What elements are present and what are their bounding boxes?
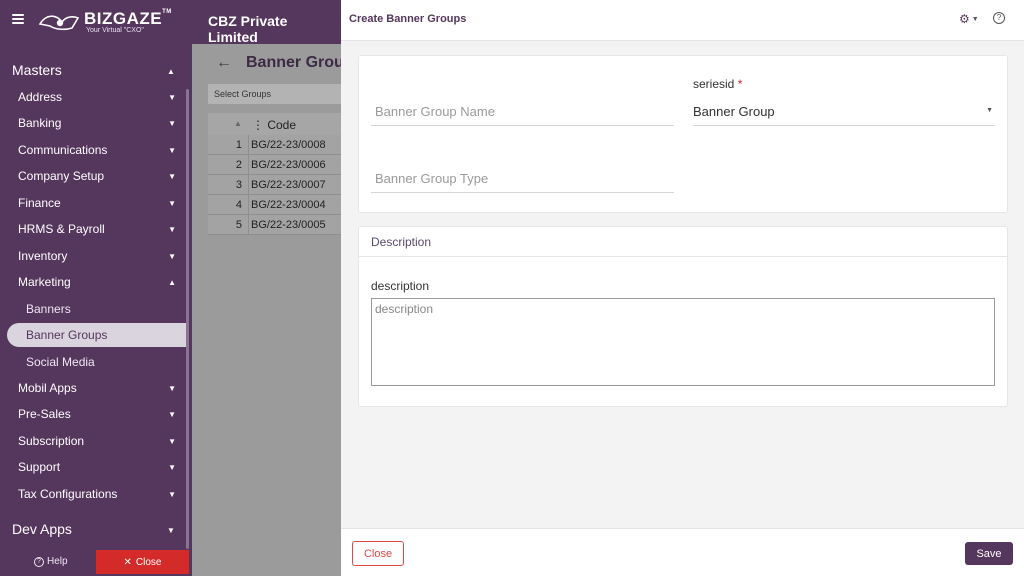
seriesid-select[interactable]: Banner Group ▼ [693,98,995,126]
back-arrow-icon: ← [216,54,232,71]
table-row: 4 BG/22-23/0004 [208,195,341,215]
sidebar-item-subscription[interactable]: Subscription ▼ [18,434,186,448]
sidebar-item-pre-sales[interactable]: Pre-Sales ▼ [18,407,186,421]
banner-group-name-field [371,98,674,126]
panel-header: Create Banner Groups ⚙ ▼ ? [341,0,1024,41]
description-textarea[interactable] [371,298,995,386]
banner-group-type-field [371,165,674,193]
logo[interactable]: BIZGAZETM Your Virtual "CXO" [38,8,171,38]
chevron-down-icon: ▼ [971,15,979,23]
sidebar-item-banking[interactable]: Banking ▼ [18,116,186,130]
select-groups-bar: Select Groups [208,84,341,104]
chevron-down-icon: ▼ [168,409,176,419]
logo-icon [38,15,80,31]
chevron-down-icon: ▼ [168,383,176,393]
help-icon[interactable]: ? [993,12,1005,24]
save-button[interactable]: Save [965,542,1013,565]
sidebar-section-masters[interactable]: Masters [12,62,62,78]
menu-icon[interactable] [12,14,24,24]
sidebar-item-marketing[interactable]: Marketing ▲ [18,275,186,289]
background-page: ← Banner Group Select Groups ▲ ⋮ Code 1B… [192,44,341,576]
chevron-up-icon: ▲ [168,277,176,287]
sidebar-section-dev-apps[interactable]: Dev Apps [12,521,72,537]
sidebar: Masters ▲ Address ▼ Banking ▼ Communicatio… [0,44,192,576]
required-marker: * [737,77,743,91]
description-section-title: Description [371,235,432,249]
close-button[interactable]: Close [352,541,404,566]
chevron-down-icon: ▼ [168,145,176,155]
create-banner-groups-panel: Create Banner Groups ⚙ ▼ ? seriesid * Ba… [341,0,1024,576]
top-bar: BIZGAZETM Your Virtual "CXO" CBZ Private… [0,0,341,45]
sidebar-item-communications[interactable]: Communications ▼ [18,143,186,157]
table-row: 1 BG/22-23/0008 [208,135,341,155]
background-page-title: Banner Group [246,54,341,71]
chevron-down-icon: ▼ [168,92,176,102]
background-table: ▲ ⋮ Code 1 BG/22-23/0008 2 BG/22-23/0006 3… [208,113,341,235]
description-label: description [371,279,430,293]
sidebar-scrollbar[interactable] [186,89,189,549]
panel-title: Create Banner Groups [349,13,467,25]
table-row: 2 BG/22-23/0006 [208,155,341,175]
chevron-up-icon[interactable]: ▲ [167,67,175,76]
chevron-down-icon: ▼ [168,489,176,499]
help-link[interactable]: ? Help [34,556,68,567]
table-row: 3 BG/22-23/0007 [208,175,341,195]
sidebar-subitem-banners[interactable]: Banners [26,302,71,316]
main-fields-card: seriesid * Banner Group ▼ [358,55,1008,213]
sidebar-subitem-social-media[interactable]: Social Media [26,355,95,369]
caret-down-icon: ▼ [986,107,993,114]
banner-group-type-input[interactable] [371,165,674,192]
chevron-down-icon: ▼ [168,436,176,446]
logo-text: BIZGAZETM [84,9,172,28]
sidebar-subitem-banner-groups[interactable]: Banner Groups [26,328,107,342]
chevron-down-icon: ▼ [168,224,176,234]
sort-icon: ▲ [234,119,242,128]
settings-menu[interactable]: ⚙ ▼ [959,12,979,26]
seriesid-value: Banner Group [693,104,775,119]
sidebar-item-tax-configurations[interactable]: Tax Configurations ▼ [18,487,186,501]
chevron-down-icon: ▼ [168,171,176,181]
sidebar-item-company-setup[interactable]: Company Setup ▼ [18,169,186,183]
sidebar-item-hrms-payroll[interactable]: HRMS & Payroll ▼ [18,222,186,236]
gear-icon: ⚙ [959,12,970,26]
sidebar-item-inventory[interactable]: Inventory ▼ [18,249,186,263]
column-header-code: ⋮ Code [252,118,297,132]
logo-tagline: Your Virtual "CXO" [86,27,144,34]
table-header: ▲ ⋮ Code [208,113,341,135]
chevron-down-icon: ▼ [168,462,176,472]
close-icon: ✕ [123,556,132,568]
company-name: CBZ Private Limited [208,13,288,45]
sidebar-item-support[interactable]: Support ▼ [18,460,186,474]
seriesid-label: seriesid * [693,77,743,91]
help-icon: ? [34,556,44,567]
panel-footer: Close Save [341,528,1024,576]
sidebar-item-mobil-apps[interactable]: Mobil Apps ▼ [18,381,186,395]
table-row: 5 BG/22-23/0005 [208,215,341,235]
chevron-down-icon: ▼ [168,118,176,128]
chevron-down-icon: ▼ [168,198,176,208]
sidebar-close-button[interactable]: ✕ Close [96,550,189,574]
description-card: Description description [358,226,1008,407]
chevron-down-icon[interactable]: ▼ [167,526,175,535]
sidebar-item-finance[interactable]: Finance ▼ [18,196,186,210]
sidebar-item-address[interactable]: Address ▼ [18,90,186,104]
banner-group-name-input[interactable] [371,98,674,125]
description-card-header: Description [359,227,1007,257]
chevron-down-icon: ▼ [168,251,176,261]
